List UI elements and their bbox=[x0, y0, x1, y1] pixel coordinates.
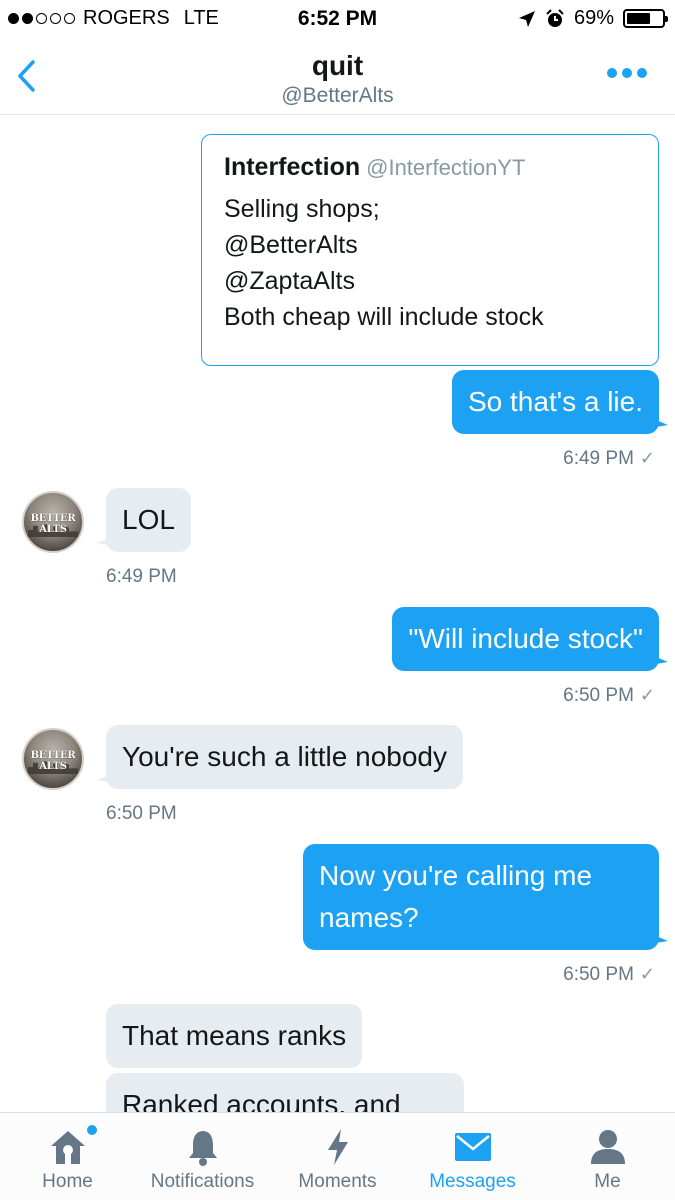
tab-label: Notifications bbox=[150, 1171, 255, 1192]
tab-label: Moments bbox=[298, 1171, 377, 1192]
tab-moments[interactable]: Moments bbox=[270, 1113, 405, 1200]
message-list[interactable]: Interfection @InterfectionYT Selling shop… bbox=[0, 116, 675, 1112]
person-icon bbox=[590, 1130, 625, 1164]
message-timestamp: 6:49 PM bbox=[106, 566, 177, 587]
tab-me[interactable]: Me bbox=[540, 1113, 675, 1200]
battery-icon bbox=[623, 9, 668, 28]
lightning-icon bbox=[327, 1129, 348, 1165]
location-arrow-icon bbox=[518, 10, 535, 27]
sender-avatar[interactable]: BETTER ALTS bbox=[22, 728, 84, 790]
avatar-logo: BETTER ALTS bbox=[30, 750, 76, 772]
quoted-tweet-author: Interfection bbox=[224, 153, 361, 181]
timestamp-text: 6:49 PM bbox=[563, 448, 634, 469]
message-bubble-outgoing[interactable]: So that's a lie. bbox=[452, 370, 659, 434]
message-bubble-incoming[interactable]: That means ranks bbox=[106, 1004, 363, 1068]
read-check-icon: ✓ bbox=[639, 448, 655, 468]
conversation-title: quit bbox=[311, 50, 364, 81]
message-bubble-incoming[interactable]: Ranked accounts, and bbox=[106, 1073, 464, 1112]
message-timestamp: 6:50 PM ✓ bbox=[563, 685, 655, 707]
tab-label: Home bbox=[42, 1171, 93, 1192]
message-bubble-outgoing[interactable]: "Will include stock" bbox=[392, 607, 659, 671]
quoted-tweet-card[interactable]: Interfection @InterfectionYT Selling shop… bbox=[201, 134, 659, 366]
bell-icon bbox=[188, 1131, 217, 1166]
home-icon bbox=[50, 1131, 85, 1164]
envelope-icon bbox=[454, 1133, 491, 1161]
status-right: 69% bbox=[518, 7, 668, 30]
avatar-logo: BETTER ALTS bbox=[30, 513, 76, 535]
tab-label: Me bbox=[594, 1171, 621, 1192]
dm-conversation-screen: ROGERS LTE 6:52 PM 69% quit @BetterAlts … bbox=[0, 0, 675, 1200]
quoted-tweet-text: Selling shops; @BetterAlts @ZaptaAlts Bo… bbox=[224, 195, 544, 331]
conversation-header: quit @BetterAlts bbox=[0, 38, 675, 115]
timestamp-text: 6:50 PM bbox=[563, 964, 634, 985]
tab-home[interactable]: Home bbox=[0, 1113, 135, 1200]
message-timestamp: 6:50 PM ✓ bbox=[563, 964, 655, 986]
quoted-tweet-handle: @InterfectionYT bbox=[366, 155, 526, 180]
message-bubble-outgoing[interactable]: Now you're calling me names? bbox=[303, 844, 659, 950]
conversation-handle: @BetterAlts bbox=[281, 84, 394, 107]
tab-label: Messages bbox=[429, 1171, 516, 1192]
message-timestamp: 6:49 PM ✓ bbox=[563, 448, 655, 470]
tab-messages[interactable]: Messages bbox=[405, 1113, 540, 1200]
more-options-icon[interactable] bbox=[607, 68, 647, 78]
read-check-icon: ✓ bbox=[639, 964, 655, 984]
sender-avatar[interactable]: BETTER ALTS bbox=[22, 491, 84, 553]
message-bubble-incoming[interactable]: LOL bbox=[106, 488, 191, 552]
alarm-clock-icon bbox=[546, 8, 564, 27]
bottom-tab-bar: Home Notifications Moments Messages Me bbox=[0, 1112, 675, 1200]
message-bubble-incoming[interactable]: You're such a little nobody bbox=[106, 725, 463, 789]
tab-notifications[interactable]: Notifications bbox=[135, 1113, 270, 1200]
message-timestamp: 6:50 PM bbox=[106, 803, 177, 824]
timestamp-text: 6:50 PM bbox=[563, 685, 634, 706]
read-check-icon: ✓ bbox=[639, 685, 655, 705]
battery-percent: 69% bbox=[573, 7, 614, 29]
status-bar: ROGERS LTE 6:52 PM 69% bbox=[0, 0, 675, 38]
home-notification-dot bbox=[87, 1125, 97, 1135]
